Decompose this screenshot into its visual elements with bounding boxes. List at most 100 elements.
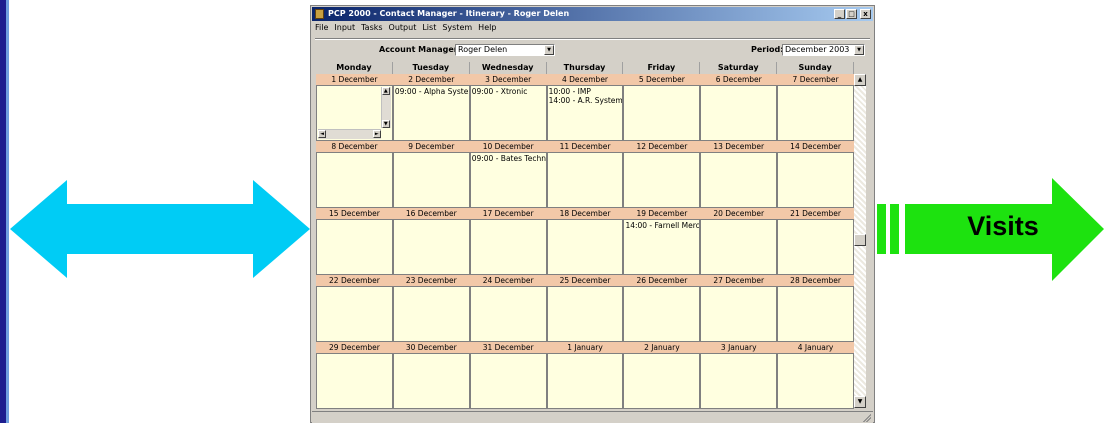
- day-cell-thursday[interactable]: [546, 152, 624, 208]
- day-cell-tuesday[interactable]: [392, 219, 470, 275]
- day-cell-tuesday[interactable]: [392, 286, 470, 342]
- chevron-down-icon[interactable]: ▼: [854, 45, 864, 55]
- day-cell-thursday[interactable]: [546, 286, 624, 342]
- day-cell-wednesday[interactable]: [469, 219, 547, 275]
- week-row: 8 December 9 December 10 December 11 Decemb…: [316, 141, 855, 208]
- status-bar: [312, 411, 873, 423]
- day-cell-monday[interactable]: ▲ ▼ ◄ ►: [316, 85, 393, 141]
- day-cell-sunday[interactable]: [777, 353, 855, 409]
- date-label-friday: 12 December: [636, 142, 688, 151]
- day-cell-sunday[interactable]: [777, 219, 855, 275]
- day-cell-monday[interactable]: [316, 219, 393, 275]
- day-cell-tuesday[interactable]: [392, 152, 470, 208]
- scroll-down-icon[interactable]: ▼: [381, 120, 390, 128]
- day-cell-wednesday[interactable]: 09:00 - Bates Technology: [469, 152, 547, 208]
- close-button[interactable]: x: [860, 9, 871, 19]
- visits-label: Visits: [967, 211, 1039, 241]
- weekday-header: Monday Tuesday Wednesday Thursday Friday…: [316, 62, 855, 74]
- scroll-thumb[interactable]: [854, 234, 866, 246]
- day-cell-saturday[interactable]: [700, 286, 778, 342]
- day-cell-wednesday[interactable]: 09:00 - Xtronic: [469, 85, 547, 141]
- day-cell-saturday[interactable]: [700, 353, 778, 409]
- chevron-down-icon[interactable]: ▼: [544, 45, 554, 55]
- date-row: 22 December 23 December 24 December 25 Dece…: [316, 275, 854, 286]
- resize-grip-icon[interactable]: [862, 413, 871, 422]
- day-cell-saturday[interactable]: [700, 85, 778, 141]
- menu-input[interactable]: Input: [331, 22, 358, 34]
- scroll-down-icon[interactable]: ▼: [854, 396, 866, 408]
- window-title: PCP 2000 - Contact Manager - Itinerary -…: [328, 9, 570, 18]
- day-cell-tuesday[interactable]: 09:00 - Alpha Systems: [392, 85, 470, 141]
- date-label-saturday: 13 December: [713, 142, 765, 151]
- menu-bar: File Input Tasks Output List System Help: [312, 22, 873, 34]
- day-cell-tuesday[interactable]: [392, 353, 470, 409]
- day-cell-thursday[interactable]: [546, 353, 624, 409]
- day-cell-friday[interactable]: [623, 353, 701, 409]
- cell-row: [316, 286, 855, 342]
- date-row: 15 December 16 December 17 December 18 Dece…: [316, 208, 854, 219]
- date-label-saturday: 3 January: [720, 343, 757, 352]
- date-label-saturday: 27 December: [713, 276, 765, 285]
- vertical-scrollbar[interactable]: ▲ ▼: [854, 74, 866, 408]
- date-label-monday: 1 December: [331, 75, 378, 84]
- day-cell-friday[interactable]: 14:00 - Farnell Mercator: [623, 219, 701, 275]
- day-cell-friday[interactable]: [623, 85, 701, 141]
- date-label-tuesday: 30 December: [405, 343, 457, 352]
- day-header-wednesday: Wednesday: [469, 62, 547, 74]
- scroll-right-icon[interactable]: ►: [372, 130, 381, 138]
- date-row: 29 December 30 December 31 December 1 Janua…: [316, 342, 854, 353]
- scroll-up-icon[interactable]: ▲: [854, 74, 866, 86]
- day-cell-monday[interactable]: [316, 286, 393, 342]
- date-label-monday: 15 December: [329, 209, 380, 218]
- day-cell-saturday[interactable]: [700, 219, 778, 275]
- date-label-friday: 26 December: [636, 276, 688, 285]
- day-cell-sunday[interactable]: [777, 152, 855, 208]
- cell-row: ▲▼◄►09:00 - Alpha Systems09:00 - Xtronic…: [316, 85, 855, 141]
- menu-file[interactable]: File: [312, 22, 331, 34]
- date-label-wednesday: 24 December: [482, 276, 534, 285]
- day-cell-sunday[interactable]: [777, 286, 855, 342]
- menu-help[interactable]: Help: [475, 22, 499, 34]
- appointment-entry[interactable]: 09:00 - Alpha Systems: [395, 87, 469, 96]
- day-cell-sunday[interactable]: [777, 85, 855, 141]
- date-label-friday: 5 December: [638, 75, 685, 84]
- scroll-left-icon[interactable]: ◄: [318, 130, 326, 138]
- menu-output[interactable]: Output: [386, 22, 420, 34]
- menu-tasks[interactable]: Tasks: [358, 22, 385, 34]
- date-label-thursday: 11 December: [559, 142, 611, 151]
- maximize-button[interactable]: □: [846, 9, 857, 19]
- day-cell-saturday[interactable]: [700, 152, 778, 208]
- scroll-up-icon[interactable]: ▲: [381, 87, 390, 95]
- appointment-entry[interactable]: 10:00 - IMP: [549, 87, 622, 96]
- day-cell-thursday[interactable]: [546, 219, 624, 275]
- week-row: 1 December 2 December 3 December 4 December…: [316, 74, 855, 141]
- date-label-thursday: 4 December: [561, 75, 609, 84]
- date-row: 1 December 2 December 3 December 4 December…: [316, 74, 854, 85]
- day-cell-monday[interactable]: [316, 353, 393, 409]
- appointment-entry[interactable]: 14:00 - A.R. Systems: [549, 96, 623, 105]
- appointment-entry[interactable]: 14:00 - Farnell Mercator: [625, 221, 699, 230]
- menu-list[interactable]: List: [419, 22, 439, 34]
- day-cell-thursday[interactable]: 10:00 - IMP 14:00 - A.R. Systems: [546, 85, 624, 141]
- cell-vertical-scrollbar[interactable]: ▲ ▼: [380, 87, 391, 128]
- date-label-sunday: 4 January: [797, 343, 834, 352]
- day-cell-friday[interactable]: [623, 152, 701, 208]
- minimize-button[interactable]: _: [834, 9, 845, 19]
- title-bar[interactable]: PCP 2000 - Contact Manager - Itinerary -…: [312, 7, 873, 21]
- menu-system[interactable]: System: [439, 22, 475, 34]
- day-header-thursday: Thursday: [546, 62, 624, 74]
- day-cell-friday[interactable]: [623, 286, 701, 342]
- double-headed-arrow-icon: [10, 180, 310, 278]
- account-manager-select[interactable]: Roger Delen ▼: [455, 44, 555, 56]
- appointment-entry[interactable]: 09:00 - Xtronic: [472, 87, 545, 96]
- day-cell-wednesday[interactable]: [469, 353, 547, 409]
- date-row: 8 December 9 December 10 December 11 Decemb…: [316, 141, 854, 152]
- cell-horizontal-scrollbar[interactable]: ◄ ►: [318, 129, 381, 139]
- date-label-monday: 29 December: [329, 343, 380, 352]
- date-label-sunday: 28 December: [790, 276, 841, 285]
- day-cell-monday[interactable]: [316, 152, 393, 208]
- day-cell-wednesday[interactable]: [469, 286, 547, 342]
- week-row: 15 December 16 December 17 December 18 Dece…: [316, 208, 855, 275]
- period-select[interactable]: December 2003 ▼: [782, 44, 865, 56]
- appointment-entry[interactable]: 09:00 - Bates Technology: [472, 154, 546, 163]
